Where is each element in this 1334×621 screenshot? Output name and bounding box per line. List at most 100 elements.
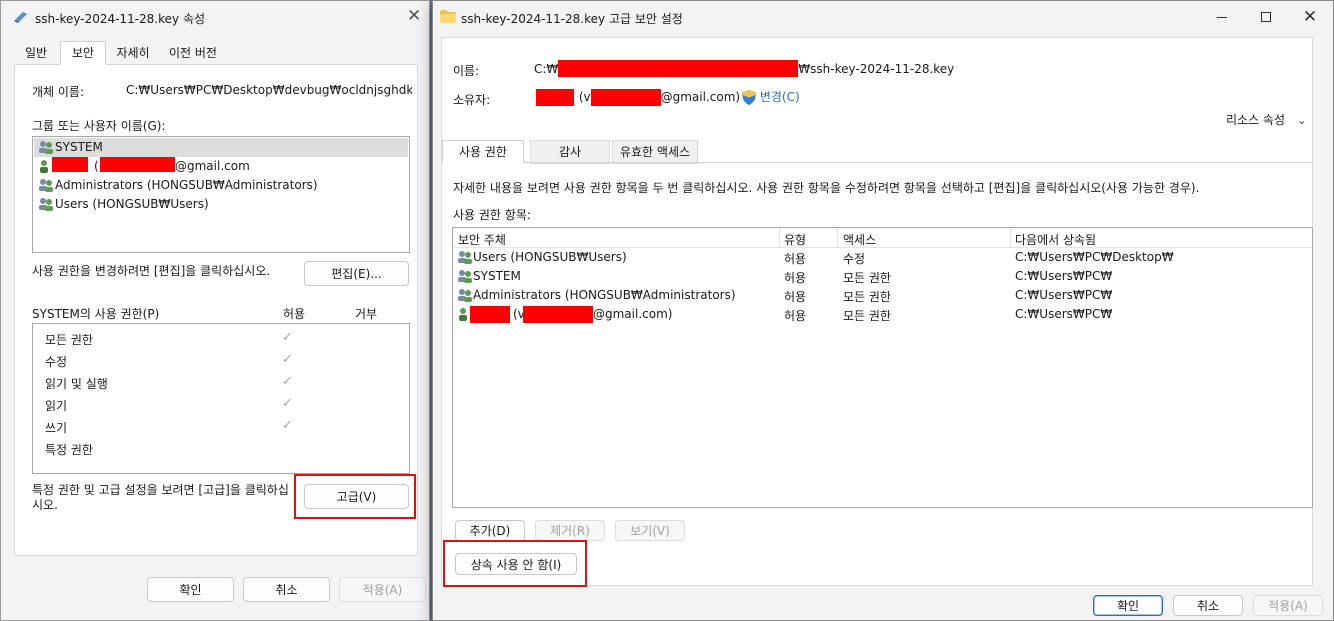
users-listbox[interactable]: SYSTEM ( @gmail.com Administrators (HONG… [32,136,410,253]
tab-security[interactable]: 보안 [60,41,106,65]
owner-mid: (v [578,90,591,104]
check-icon: ✓ [282,352,293,367]
table-row[interactable]: (v @gmail.com) 허용 모든 권한 C:₩Users₩PC₩ [453,305,1312,324]
ok-button[interactable]: 확인 [147,577,234,602]
ok-button[interactable]: 확인 [1093,595,1163,616]
permission-name: 수정 [45,355,68,369]
file-icon [14,12,27,23]
view-button[interactable]: 보기(V) [615,520,685,541]
list-item[interactable]: ( [94,159,99,173]
edit-hint: 사용 권한을 변경하려면 [편집]을 클릭하십시오. [32,264,271,278]
redacted-email [523,306,593,323]
redacted-email [100,157,175,172]
tab-label: 자세히 [116,46,150,60]
properties-dialog: ssh-key-2024-11-28.key 속성 ✕ 일반 보안 자세히 이전… [0,0,430,621]
tab-previous-versions[interactable]: 이전 버전 [160,41,226,65]
table-row[interactable]: Users (HONGSUB₩Users) 허용 수정 C:₩Users₩PC₩… [453,248,1312,267]
cell-inherited: C:₩Users₩PC₩ [1015,269,1113,283]
cell-principal: Administrators (HONGSUB₩Administrators) [473,288,736,302]
group-icon [39,141,53,154]
permission-entries-table[interactable]: 보안 주체 유형 액세스 다음에서 상속됨 Users (HONGSUB₩Use… [452,227,1313,508]
group-icon [458,270,472,283]
owner-value: (v @gmail.com) [536,89,740,106]
advanced-hint: 특정 권한 및 고급 설정을 보려면 [고급]을 클릭하십시오. [32,483,289,512]
table-row[interactable]: SYSTEM 허용 모든 권한 C:₩Users₩PC₩ [453,267,1312,286]
advanced-title: ssh-key-2024-11-28.key 고급 보안 설정 [461,12,683,26]
column-divider[interactable] [837,228,838,248]
folder-icon [440,10,456,23]
edit-button[interactable]: 편집(E)... [304,261,409,286]
cell-access: 모든 권한 [843,290,891,304]
col-access[interactable]: 액세스 [843,231,876,248]
redacted-owner-email [590,89,661,106]
cancel-button[interactable]: 취소 [243,577,330,602]
cell-access: 수정 [843,252,866,266]
permissions-header: SYSTEM의 사용 권한(P) [32,307,160,321]
list-item[interactable]: Users (HONGSUB₩Users) [55,197,209,211]
tab-permissions[interactable]: 사용 권한 [442,140,524,163]
cell-inherited: C:₩Users₩PC₩ [1015,307,1113,321]
cell-access: 모든 권한 [843,271,891,285]
col-principal[interactable]: 보안 주체 [458,231,506,248]
add-button[interactable]: 추가(D) [455,520,525,541]
check-icon: ✓ [282,418,293,433]
permissions-list: 모든 권한 ✓ 수정 ✓ 읽기 및 실행 ✓ 읽기 ✓ 쓰기 ✓ 특정 권한 [32,323,410,474]
redacted-name [470,306,510,323]
chevron-down-icon: ⌄ [1296,113,1307,127]
groups-label: 그룹 또는 사용자 이름(G): [32,119,166,133]
info-text: 자세한 내용을 보려면 사용 권한 항목을 두 번 클릭하십시오. 사용 권한 … [453,181,1200,195]
apply-button[interactable]: 적용(A) [1253,595,1323,616]
advanced-security-dialog: ssh-key-2024-11-28.key 고급 보안 설정 ✕ 이름: C:… [432,0,1334,621]
tab-label: 유효한 액세스 [619,145,691,159]
tab-label: 일반 [24,46,48,60]
list-item[interactable]: SYSTEM [55,140,103,154]
resource-attributes-toggle[interactable]: 리소스 속성 ⌄ [1226,111,1307,128]
column-divider[interactable] [779,228,780,248]
close-icon[interactable]: ✕ [407,6,421,26]
list-item-email-suffix: @gmail.com [175,159,250,173]
advanced-content-panel: 이름: C:₩ ₩ssh-key-2024-11-28.key 소유자: (v @g… [441,37,1313,586]
tab-general[interactable]: 일반 [14,41,58,65]
column-divider[interactable] [1010,228,1011,248]
group-icon [39,198,53,211]
cell-principal: Users (HONGSUB₩Users) [473,250,627,264]
redacted-owner [536,89,574,106]
maximize-icon[interactable] [1244,1,1288,33]
tab-details[interactable]: 자세히 [108,41,158,65]
cell-principal-suffix: @gmail.com) [593,307,673,321]
cell-type: 허용 [784,309,807,323]
object-name-value: C:₩Users₩PC₩Desktop₩devbug₩ocldnjsghdkey… [126,83,412,97]
properties-titlebar[interactable]: ssh-key-2024-11-28.key 속성 ✕ [1,1,429,33]
highlight-box-disable-inheritance [443,540,587,587]
apply-button[interactable]: 적용(A) [339,577,426,602]
advanced-tabs: 사용 권한 감사 유효한 액세스 [442,140,1314,164]
minimize-icon[interactable] [1200,1,1244,33]
advanced-titlebar[interactable]: ssh-key-2024-11-28.key 고급 보안 설정 ✕ [433,1,1333,33]
tab-label: 이전 버전 [169,46,217,60]
cell-access: 모든 권한 [843,309,891,323]
redacted-path [558,59,799,77]
tab-effective-access[interactable]: 유효한 액세스 [612,140,698,164]
resource-attributes-label: 리소스 속성 [1226,113,1286,127]
tab-label: 사용 권한 [459,145,507,159]
col-type[interactable]: 유형 [784,231,806,248]
deny-header: 거부 [355,307,378,321]
table-row[interactable]: Administrators (HONGSUB₩Administrators) … [453,286,1312,305]
col-inherited[interactable]: 다음에서 상속됨 [1015,231,1096,248]
group-icon [39,179,53,192]
tab-label: 감사 [558,145,582,159]
check-icon: ✓ [282,374,293,389]
cancel-button[interactable]: 취소 [1173,595,1243,616]
change-owner-link[interactable]: 변경(C) [742,88,800,105]
name-suffix: ₩ssh-key-2024-11-28.key [798,62,955,76]
remove-button[interactable]: 제거(R) [535,520,605,541]
name-value: C:₩ ₩ssh-key-2024-11-28.key [534,59,955,77]
properties-title: ssh-key-2024-11-28.key 속성 [35,12,206,26]
close-icon[interactable]: ✕ [1288,1,1332,33]
list-item[interactable]: Administrators (HONGSUB₩Administrators) [55,178,318,192]
object-name-label: 개체 이름: [32,85,85,99]
cell-inherited: C:₩Users₩PC₩ [1015,288,1113,302]
tab-auditing[interactable]: 감사 [530,140,610,164]
cell-principal: SYSTEM [473,269,521,283]
permission-name: 특정 권한 [45,443,93,457]
